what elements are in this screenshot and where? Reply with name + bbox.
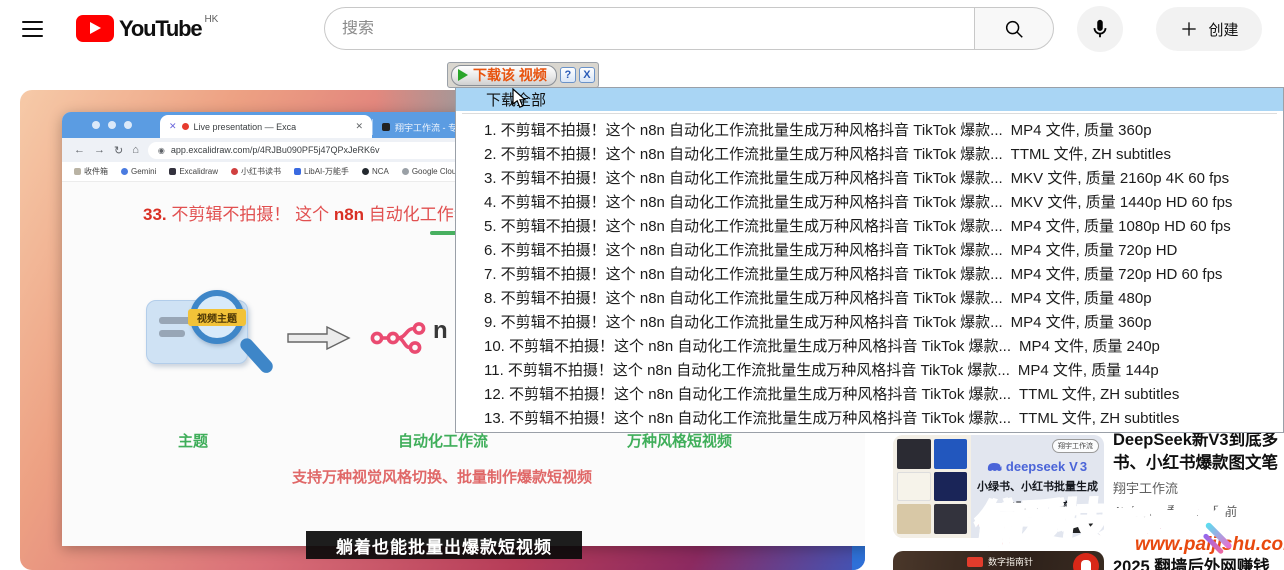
folder-icon	[74, 168, 81, 175]
slide-support-text: 支持万种视觉风格切换、批量制作爆款短视频	[292, 466, 592, 487]
thumbnail-text-line2: 自动化工作流	[1005, 498, 1071, 514]
youtube-play-icon	[76, 15, 114, 42]
menu-separator	[462, 113, 1277, 114]
download-options-list: 1. 不剪辑不拍摄！这个 n8n 自动化工作流批量生成万种风格抖音 TikTok…	[456, 119, 1283, 431]
download-all-option[interactable]: 下载全部	[456, 88, 1283, 111]
youtube-logo-text: YouTube	[119, 15, 201, 42]
download-option-5[interactable]: 5. 不剪辑不拍摄！这个 n8n 自动化工作流批量生成万种风格抖音 TikTok…	[456, 215, 1283, 239]
download-option-8[interactable]: 8. 不剪辑不拍摄！这个 n8n 自动化工作流批量生成万种风格抖音 TikTok…	[456, 287, 1283, 311]
youtube-header: YouTube HK 创建	[0, 0, 1284, 58]
thumbnail-text-line1: 小绿书、小红书批量生成	[977, 478, 1098, 494]
magnifier-icon: 视频主题	[190, 290, 244, 344]
red-tag-icon	[967, 557, 983, 567]
download-option-1[interactable]: 1. 不剪辑不拍摄！这个 n8n 自动化工作流批量生成万种风格抖音 TikTok…	[456, 119, 1283, 143]
download-option-13[interactable]: 13. 不剪辑不拍摄！这个 n8n 自动化工作流批量生成万种风格抖音 TikTo…	[456, 407, 1283, 431]
globe-icon	[402, 168, 409, 175]
microphone-icon	[1089, 18, 1111, 40]
gemini-icon	[121, 168, 128, 175]
download-option-6[interactable]: 6. 不剪辑不拍摄！这个 n8n 自动化工作流批量生成万种风格抖音 TikTok…	[456, 239, 1283, 263]
downloader-help-button[interactable]: ?	[560, 67, 576, 83]
create-button[interactable]: 创建	[1156, 7, 1262, 51]
lens-label: 视频主题	[188, 309, 246, 326]
deepseek-wordmark: deepseek	[1006, 459, 1065, 474]
plus-icon	[1179, 19, 1199, 39]
download-option-2[interactable]: 2. 不剪辑不拍摄！这个 n8n 自动化工作流批量生成万种风格抖音 TikTok…	[456, 143, 1283, 167]
duration-badge	[1063, 519, 1099, 533]
voice-search-button[interactable]	[1077, 6, 1123, 52]
video-subtitle: 躺着也能批量出爆款短视频	[306, 531, 582, 559]
youtube-page: YouTube HK 创建	[0, 0, 1284, 570]
downloader-close-button[interactable]: X	[579, 67, 595, 83]
bookmark-item: LibAI-万能手	[294, 166, 349, 177]
thumbnail2-label: 数字指南针	[988, 555, 1033, 568]
search-input[interactable]	[342, 20, 942, 38]
bookmark-item: NCA	[362, 167, 389, 176]
page-url: app.excalidraw.com/p/4RJBu090PF5j47QPxJe…	[171, 145, 380, 155]
download-menu: 下载全部 1. 不剪辑不拍摄！这个 n8n 自动化工作流批量生成万种风格抖音 T…	[455, 87, 1284, 433]
n8n-logo-icon	[370, 320, 432, 356]
github-icon	[362, 168, 369, 175]
recording-dot-icon	[182, 123, 189, 130]
search-button[interactable]	[974, 7, 1054, 50]
mac-traffic-lights	[92, 121, 132, 129]
tab-favicon	[382, 123, 390, 131]
green-underline	[430, 231, 458, 235]
excalidraw-icon	[169, 168, 176, 175]
download-video-button[interactable]: 下载该 视频	[451, 65, 557, 86]
download-option-11[interactable]: 11. 不剪辑不拍摄！这个 n8n 自动化工作流批量生成万种风格抖音 TikTo…	[456, 359, 1283, 383]
download-option-12[interactable]: 12. 不剪辑不拍摄！这个 n8n 自动化工作流批量生成万种风格抖音 TikTo…	[456, 383, 1283, 407]
deepseek-logo-row: deepseek V3	[986, 459, 1089, 474]
tab-live-presentation: ✕ Live presentation — Exca ✕	[160, 115, 372, 138]
slide-label-styles: 万种风格短视频	[627, 430, 732, 451]
create-button-label: 创建	[1208, 19, 1238, 40]
suggested-video2-thumbnail[interactable]: 数字指南针	[893, 551, 1104, 570]
suggested-video-channel[interactable]: 翔宇工作流	[1113, 478, 1178, 497]
whale-icon	[986, 461, 1002, 473]
hamburger-menu-icon[interactable]	[22, 21, 43, 37]
download-option-4[interactable]: 4. 不剪辑不拍摄！这个 n8n 自动化工作流批量生成万种风格抖音 TikTok…	[456, 191, 1283, 215]
bookmark-item: Gemini	[121, 167, 156, 176]
download-option-10[interactable]: 10. 不剪辑不拍摄！这个 n8n 自动化工作流批量生成万种风格抖音 TikTo…	[456, 335, 1283, 359]
bookmark-item: 收件箱	[74, 166, 108, 177]
downloader-toolbar: 下载该 视频 ? X	[447, 62, 599, 88]
stop-hand-icon	[1073, 553, 1099, 570]
download-option-7[interactable]: 7. 不剪辑不拍摄！这个 n8n 自动化工作流批量生成万种风格抖音 TikTok…	[456, 263, 1283, 287]
slide-label-workflow: 自动化工作流	[398, 430, 488, 451]
site-settings-icon: ◉	[158, 146, 165, 155]
bookmark-icon	[231, 168, 238, 175]
n8n-wordmark-partial: n	[433, 317, 448, 345]
suggested-video-thumbnail[interactable]: deepseek V3 小绿书、小红书批量生成 自动化工作流 翔宇工作流	[893, 435, 1104, 538]
bookmark-icon	[294, 168, 301, 175]
reload-icon: ↻	[114, 144, 123, 157]
play-triangle-icon	[458, 69, 468, 81]
forward-icon: →	[94, 144, 105, 156]
excalidraw-favicon: ✕	[169, 121, 177, 132]
channel-watermark-pill: 翔宇工作流	[1052, 439, 1099, 453]
search-icon	[1003, 18, 1025, 40]
youtube-logo[interactable]: YouTube HK	[76, 15, 218, 42]
download-option-3[interactable]: 3. 不剪辑不拍摄！这个 n8n 自动化工作流批量生成万种风格抖音 TikTok…	[456, 167, 1283, 191]
region-badge: HK	[204, 14, 218, 25]
suggested-video-meta: 43万次观看 · 2个月前	[1113, 501, 1284, 520]
bookmark-item: 小红书读书	[231, 166, 281, 177]
slide-label-topic: 主题	[178, 430, 208, 451]
version-label: V3	[1069, 459, 1089, 474]
download-option-9[interactable]: 9. 不剪辑不拍摄！这个 n8n 自动化工作流批量生成万种风格抖音 TikTok…	[456, 311, 1283, 335]
download-button-label: 下载该 视频	[473, 65, 547, 85]
bookmark-item: Excalidraw	[169, 167, 218, 176]
home-icon: ⌂	[132, 144, 139, 156]
arrow-icon	[287, 325, 351, 351]
back-icon: ←	[74, 144, 85, 156]
suggested-video-title[interactable]: DeepSeek新V3到底多 书、小红书爆款图文笔	[1113, 429, 1284, 475]
tab-close-icon: ✕	[355, 121, 363, 132]
search-box[interactable]	[324, 7, 974, 50]
book-covers-graphic	[893, 435, 971, 538]
